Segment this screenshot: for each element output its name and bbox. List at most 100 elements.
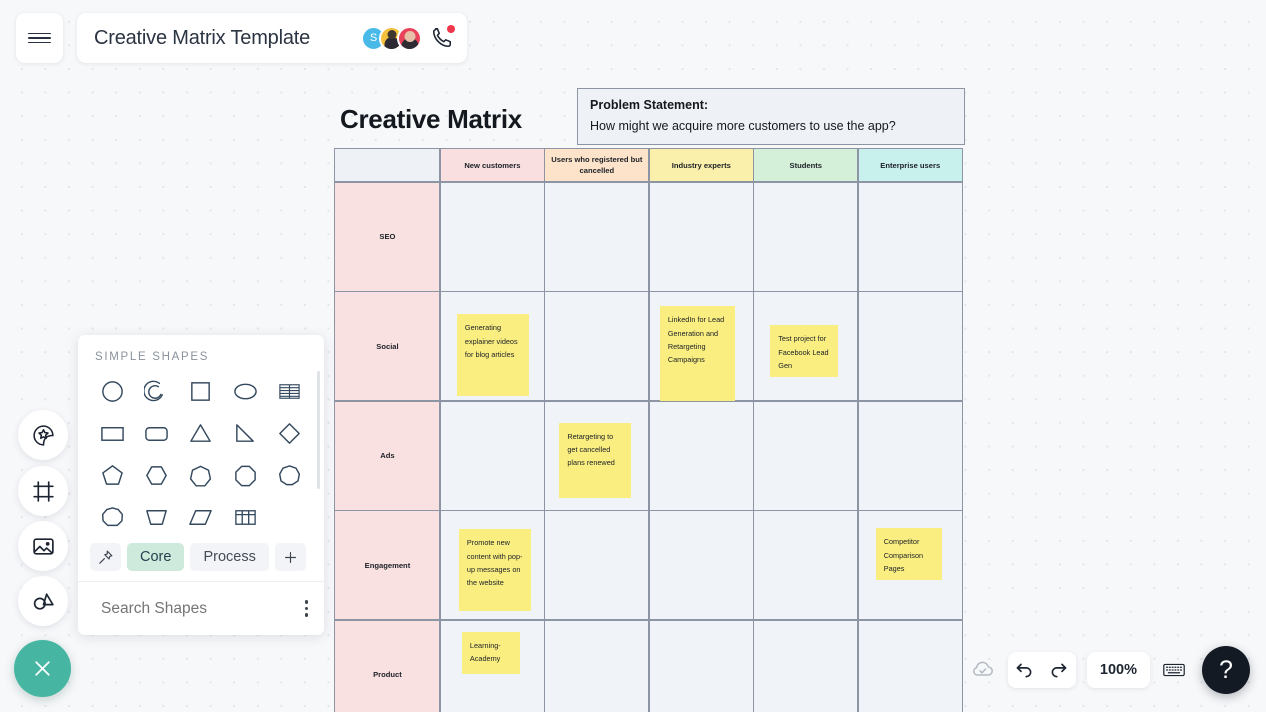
matrix-cell[interactable] xyxy=(544,510,650,621)
matrix-cell[interactable] xyxy=(439,400,545,511)
avatar[interactable] xyxy=(397,25,422,51)
help-button[interactable]: ? xyxy=(1202,646,1250,694)
sticker-tool[interactable] xyxy=(18,410,68,460)
matrix-cell[interactable] xyxy=(544,291,650,402)
close-icon xyxy=(35,661,50,676)
matrix-column-header[interactable]: New customers xyxy=(439,148,545,183)
matrix-cell[interactable] xyxy=(648,181,754,292)
matrix-cell[interactable] xyxy=(753,510,859,621)
shapes-icon xyxy=(33,592,54,610)
matrix-cell[interactable]: Learning-Academy xyxy=(439,619,545,712)
matrix-row-header[interactable]: SEO xyxy=(334,181,441,292)
matrix-cell[interactable] xyxy=(544,181,650,292)
shape-heptagon[interactable] xyxy=(179,455,223,495)
tab-process[interactable]: Process xyxy=(190,543,269,571)
shape-triangle[interactable] xyxy=(179,413,223,453)
sticky-note[interactable]: Promote new content with pop-up messages… xyxy=(458,529,531,612)
kebab-menu-icon[interactable] xyxy=(301,596,312,620)
sticky-note[interactable]: Competitor Comparison Pages xyxy=(875,528,942,581)
matrix-cell[interactable] xyxy=(648,510,754,621)
zoom-level[interactable]: 100% xyxy=(1086,652,1150,688)
document-title-card[interactable]: Creative Matrix Template S xyxy=(77,13,467,63)
shape-grid-filler xyxy=(268,497,312,537)
undo-icon xyxy=(1017,663,1032,677)
cloud-saved-icon[interactable] xyxy=(969,656,997,684)
matrix-cell[interactable] xyxy=(857,291,963,402)
matrix-row: Engagement Promote new content with pop-u… xyxy=(334,510,965,621)
shape-circle[interactable] xyxy=(90,371,134,411)
problem-statement-box[interactable]: Problem Statement: How might we acquire … xyxy=(577,88,965,145)
shape-rectangle[interactable] xyxy=(90,413,134,453)
redo-button[interactable] xyxy=(1042,660,1076,681)
matrix-cell[interactable] xyxy=(648,619,754,712)
matrix-cell[interactable] xyxy=(753,400,859,511)
sticky-note[interactable]: Test project for Facebook Lead Gen xyxy=(770,325,839,378)
matrix-cell[interactable]: LinkedIn for Lead Generation and Retarge… xyxy=(648,291,754,403)
sticky-note[interactable]: Learning-Academy xyxy=(461,631,520,674)
matrix-cell[interactable]: Competitor Comparison Pages xyxy=(857,510,963,621)
shape-pentagon[interactable] xyxy=(90,455,134,495)
matrix-cell[interactable] xyxy=(648,400,754,511)
hamburger-menu-button[interactable] xyxy=(16,13,63,63)
matrix-column-header[interactable]: Industry experts xyxy=(648,148,754,183)
frame-tool[interactable] xyxy=(18,466,68,516)
shape-square[interactable] xyxy=(179,371,223,411)
shape-rounded-rectangle[interactable] xyxy=(134,413,178,453)
matrix-column-header[interactable]: Users who registered but cancelled xyxy=(544,148,650,183)
matrix-row-header[interactable]: Product xyxy=(334,619,441,712)
phone-call-icon[interactable] xyxy=(431,25,455,49)
search-input[interactable] xyxy=(101,599,301,618)
matrix-cell[interactable]: Promote new content with pop-up messages… xyxy=(439,510,545,621)
tab-core[interactable]: Core xyxy=(127,543,185,571)
shape-diamond[interactable] xyxy=(268,413,312,453)
matrix-header-row: New customers Users who registered but ca… xyxy=(334,148,965,183)
frame-icon xyxy=(32,480,54,502)
matrix-row-header[interactable]: Ads xyxy=(334,400,441,511)
matrix-row: Social Generating explainer videos for bl… xyxy=(334,291,965,403)
shape-parallelogram[interactable] xyxy=(179,497,223,537)
matrix-row: Ads Retargeting to get cancelled plans re… xyxy=(334,400,965,511)
shape-octagon[interactable] xyxy=(223,455,267,495)
sticker-star-icon xyxy=(32,424,54,446)
matrix-cell[interactable]: Retargeting to get cancelled plans renew… xyxy=(544,400,650,511)
matrix-cell[interactable] xyxy=(753,181,859,292)
shape-right-triangle[interactable] xyxy=(223,413,267,453)
shape-arc-spiral[interactable] xyxy=(134,371,178,411)
sticky-note[interactable]: Retargeting to get cancelled plans renew… xyxy=(559,422,632,498)
matrix-row: Product Learning-Academy xyxy=(334,619,965,712)
matrix-row-header[interactable]: Engagement xyxy=(334,510,441,621)
matrix-cell[interactable] xyxy=(439,181,545,292)
matrix-cell[interactable]: Test project for Facebook Lead Gen xyxy=(753,291,859,402)
matrix-column-header[interactable]: Students xyxy=(753,148,859,183)
image-icon xyxy=(32,537,54,555)
sticky-note[interactable]: LinkedIn for Lead Generation and Retarge… xyxy=(659,306,735,403)
shapes-panel: SIMPLE SHAPES Core Process Search Shapes xyxy=(78,335,324,635)
keyboard-shortcuts-icon[interactable] xyxy=(1161,657,1187,683)
shape-search-row xyxy=(78,581,324,635)
shape-ellipse[interactable] xyxy=(223,371,267,411)
shape-hexagon[interactable] xyxy=(134,455,178,495)
matrix-column-header[interactable]: Enterprise users xyxy=(857,148,963,183)
shape-decagon[interactable] xyxy=(90,497,134,537)
image-tool[interactable] xyxy=(18,521,68,571)
matrix-row-header[interactable]: Social xyxy=(334,291,441,402)
shapes-tool[interactable] xyxy=(18,576,68,626)
add-category-button[interactable] xyxy=(274,543,306,571)
shape-grid-table[interactable] xyxy=(223,497,267,537)
matrix-cell[interactable] xyxy=(857,400,963,511)
close-panel-button[interactable] xyxy=(14,640,71,697)
matrix-cell[interactable]: Generating explainer videos for blog art… xyxy=(439,291,545,402)
shape-striped-table[interactable] xyxy=(268,371,312,411)
matrix-cell[interactable] xyxy=(753,619,859,712)
plus-icon xyxy=(284,551,296,563)
shape-nonagon[interactable] xyxy=(268,455,312,495)
sticky-note[interactable]: Generating explainer videos for blog art… xyxy=(456,314,529,397)
matrix-cell[interactable] xyxy=(544,619,650,712)
shape-trapezoid[interactable] xyxy=(134,497,178,537)
matrix-cell[interactable] xyxy=(857,181,963,292)
undo-button[interactable] xyxy=(1008,660,1042,681)
shapes-panel-scrollbar[interactable] xyxy=(316,371,320,489)
pin-categories-button[interactable] xyxy=(90,543,121,571)
pin-icon xyxy=(99,550,113,564)
matrix-cell[interactable] xyxy=(857,619,963,712)
